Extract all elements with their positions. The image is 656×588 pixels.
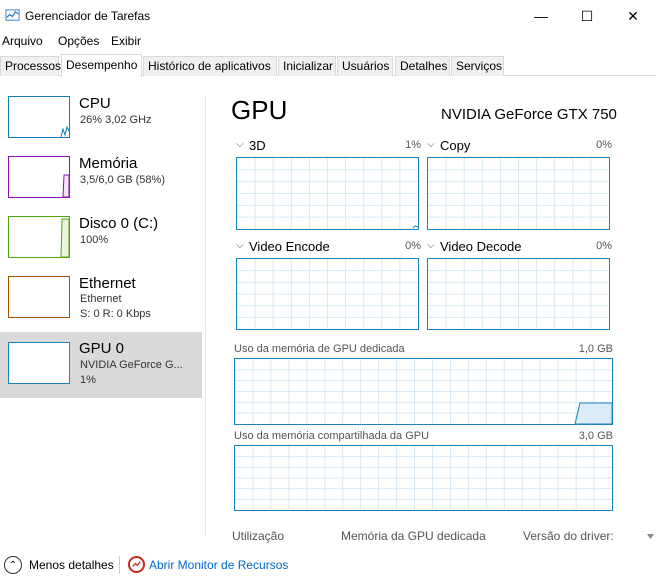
chevron-down-icon[interactable]: ⌵ xyxy=(427,139,435,150)
maximize-button[interactable]: ☐ xyxy=(564,0,610,32)
resource-monitor-icon xyxy=(128,556,145,573)
cpu-mini-graph xyxy=(8,96,70,138)
sidebar-sub: 26% 3,02 GHz xyxy=(80,114,152,126)
tab-inicializar[interactable]: Inicializar xyxy=(278,56,336,76)
chevron-down-icon[interactable]: ⌵ xyxy=(236,240,244,251)
chevron-up-icon[interactable]: ⌃ xyxy=(4,556,22,574)
sidebar-sub: 3,5/6,0 GB (58%) xyxy=(80,174,165,186)
engine-percent-3d: 1% xyxy=(405,139,421,151)
vertical-scrollbar[interactable] xyxy=(645,94,656,540)
bottom-bar: ⌃ Menos detalhes Abrir Monitor de Recurs… xyxy=(0,552,656,588)
sidebar-title: Memória xyxy=(79,155,138,172)
sidebar-item-memoria[interactable]: Memória 3,5/6,0 GB (58%) xyxy=(0,150,202,210)
gpu-model-name: NVIDIA GeForce GTX 750 xyxy=(441,106,617,123)
menu-exibir[interactable]: Exibir xyxy=(111,34,141,48)
engine-graph-video-encode xyxy=(236,258,419,330)
graph-grid xyxy=(428,259,609,329)
graph-grid xyxy=(237,259,418,329)
dedicated-memory-graph xyxy=(234,358,613,425)
graph-grid xyxy=(235,446,612,510)
chevron-down-icon[interactable]: ⌵ xyxy=(236,139,244,150)
shared-memory-max: 3,0 GB xyxy=(578,430,613,442)
sidebar-item-ethernet[interactable]: Ethernet Ethernet S: 0 R: 0 Kbps xyxy=(0,270,202,330)
ethernet-mini-graph xyxy=(8,276,70,318)
tab-historico[interactable]: Histórico de aplicativos xyxy=(143,56,277,76)
sidebar-item-disco[interactable]: Disco 0 (C:) 100% xyxy=(0,210,202,270)
close-button[interactable]: ✕ xyxy=(610,0,656,32)
disk-mini-graph xyxy=(8,216,70,258)
sidebar-item-gpu[interactable]: GPU 0 NVIDIA GeForce G... 1% xyxy=(0,332,202,398)
window-title: Gerenciador de Tarefas xyxy=(25,9,151,23)
minimize-icon: — xyxy=(534,8,548,24)
sidebar-sub: 1% xyxy=(80,374,96,386)
engine-percent-video-encode: 0% xyxy=(405,240,421,252)
sidebar-sub: NVIDIA GeForce G... xyxy=(80,359,183,371)
engine-label-video-encode[interactable]: Video Encode xyxy=(249,239,330,254)
title-bar: Gerenciador de Tarefas — ☐ ✕ xyxy=(0,0,656,32)
graph-grid xyxy=(237,158,418,229)
less-details-button[interactable]: Menos detalhes xyxy=(29,558,114,572)
minimize-button[interactable]: — xyxy=(518,0,564,32)
dedicated-memory-max: 1,0 GB xyxy=(578,343,613,355)
tab-detalhes[interactable]: Detalhes xyxy=(395,56,450,76)
sidebar-title: GPU 0 xyxy=(79,340,125,357)
graph-grid xyxy=(235,359,612,424)
stat-label-versao-driver: Versão do driver: xyxy=(523,529,614,543)
page-title: GPU xyxy=(231,95,288,125)
engine-graph-3d xyxy=(236,157,419,230)
performance-sidebar: CPU 26% 3,02 GHz Memória 3,5/6,0 GB (58%… xyxy=(0,90,202,530)
engine-percent-copy: 0% xyxy=(596,139,612,151)
dedicated-memory-label: Uso da memória de GPU dedicada xyxy=(234,343,405,355)
sidebar-item-cpu[interactable]: CPU 26% 3,02 GHz xyxy=(0,90,202,150)
separator xyxy=(119,556,120,574)
stat-label-utilizacao: Utilização xyxy=(232,529,285,543)
engine-graph-copy xyxy=(427,157,610,230)
sidebar-sub: S: 0 R: 0 Kbps xyxy=(80,308,151,320)
engine-label-3d[interactable]: 3D xyxy=(249,138,266,153)
sidebar-title: Disco 0 (C:) xyxy=(79,215,159,232)
memory-mini-graph xyxy=(8,156,70,198)
menu-arquivo[interactable]: Arquivo xyxy=(2,34,43,48)
tab-desempenho[interactable]: Desempenho xyxy=(61,54,142,77)
graph-grid xyxy=(428,158,609,229)
maximize-icon: ☐ xyxy=(580,7,594,24)
menu-opcoes[interactable]: Opções xyxy=(58,34,99,48)
close-icon: ✕ xyxy=(627,7,639,24)
tab-servicos[interactable]: Serviços xyxy=(451,56,504,76)
sidebar-title: CPU xyxy=(79,95,111,112)
sidebar-sub: Ethernet xyxy=(80,293,122,305)
stat-label-memoria-dedicada: Memória da GPU dedicada xyxy=(341,529,486,543)
shared-memory-label: Uso da memória compartilhada da GPU xyxy=(234,430,430,442)
menu-bar: Arquivo Opções Exibir xyxy=(0,32,656,52)
engine-graph-video-decode xyxy=(427,258,610,330)
engine-label-copy[interactable]: Copy xyxy=(440,138,470,153)
gpu-mini-graph xyxy=(8,342,70,384)
engine-label-video-decode[interactable]: Video Decode xyxy=(440,239,521,254)
task-manager-icon xyxy=(5,9,20,21)
tab-usuarios[interactable]: Usuários xyxy=(337,56,393,76)
tab-bar: Processos Desempenho Histórico de aplica… xyxy=(0,54,656,77)
shared-memory-graph xyxy=(234,445,613,511)
tab-processos[interactable]: Processos xyxy=(0,56,61,76)
engine-percent-video-decode: 0% xyxy=(596,240,612,252)
panel-divider xyxy=(205,96,206,536)
open-resource-monitor-link[interactable]: Abrir Monitor de Recursos xyxy=(149,558,288,572)
chevron-down-icon[interactable]: ⌵ xyxy=(427,240,435,251)
sidebar-title: Ethernet xyxy=(79,275,136,292)
sidebar-sub: 100% xyxy=(80,234,109,246)
